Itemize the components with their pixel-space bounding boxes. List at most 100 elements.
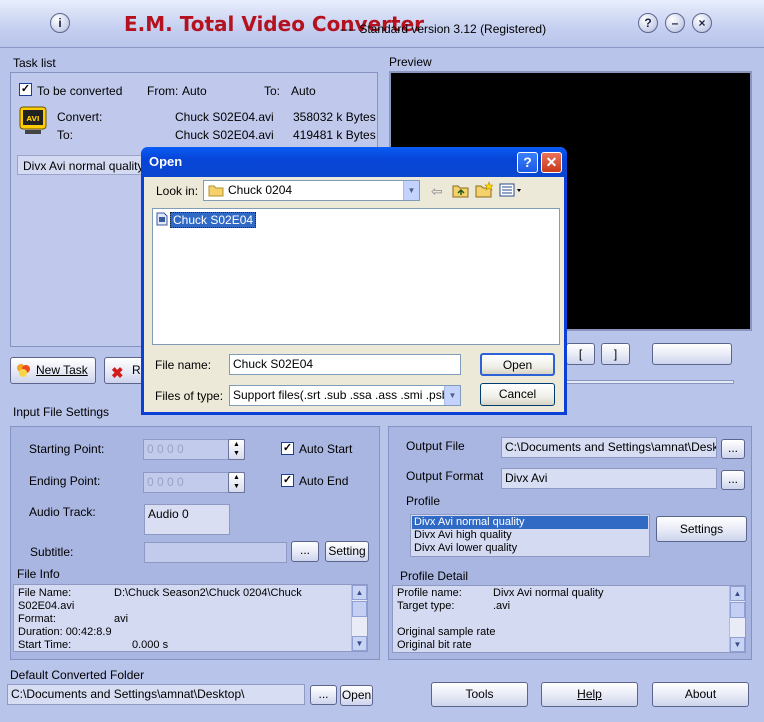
output-file-browse-button[interactable]: ... <box>721 439 745 459</box>
mark-in-button[interactable]: [ <box>566 343 595 365</box>
profile-detail-rows: Profile name: Divx Avi normal quality Targ… <box>397 587 603 652</box>
dialog-cancel-button[interactable]: Cancel <box>480 383 555 406</box>
profile-item-normal[interactable]: Divx Avi normal quality <box>412 516 648 529</box>
to-size: 419481 k Bytes <box>293 128 376 142</box>
default-folder-input[interactable]: C:\Documents and Settings\amnat\Desktop\ <box>7 684 305 705</box>
to-be-converted-label: To be converted <box>37 84 123 98</box>
back-icon[interactable]: ⇦ <box>431 183 443 200</box>
default-folder-open-button[interactable]: Open <box>340 685 373 706</box>
file-list[interactable]: Chuck S02E04 <box>152 208 560 345</box>
avi-file-icon: AVI <box>19 106 47 136</box>
files-of-type-combo[interactable]: Support files(.srt .sub .ssa .ass .smi .… <box>229 385 461 406</box>
scroll-down-icon[interactable]: ▼ <box>730 637 745 652</box>
new-task-label: New Task <box>36 363 88 377</box>
new-folder-icon[interactable] <box>475 181 494 201</box>
profile-item-high[interactable]: Divx Avi high quality <box>414 529 512 542</box>
output-file-input[interactable]: C:\Documents and Settings\amnat\Desktop\ <box>501 437 717 458</box>
look-in-arrow-icon[interactable]: ▼ <box>403 181 419 200</box>
version-label: ---- Standard version 3.12 (Registered) <box>340 22 547 36</box>
dialog-open-button[interactable]: Open <box>480 353 555 376</box>
profile-detail-key: Target type: <box>397 600 455 612</box>
tools-button[interactable]: Tools <box>431 682 528 707</box>
profile-label: Profile <box>406 494 441 508</box>
starting-point-spinner[interactable]: ▲ ▼ <box>228 439 245 460</box>
up-folder-icon[interactable] <box>452 182 470 201</box>
file-info-value: avi <box>114 613 129 625</box>
profile-detail-row: Profile name: Divx Avi normal quality <box>397 587 603 600</box>
dialog-close-icon[interactable]: ✕ <box>541 152 562 173</box>
to-row-label: To: <box>57 128 74 142</box>
scroll-down-icon[interactable]: ▼ <box>352 636 367 651</box>
file-info-row: Start Time: 0.000 s <box>18 639 168 651</box>
profile-detail-scrollbar[interactable]: ▲ ▼ <box>729 586 745 652</box>
open-dialog: Open ? ✕ Look in: Chuck 0204 ▼ ⇦ Chuck S… <box>141 147 567 415</box>
look-in-label: Look in: <box>156 184 199 198</box>
open-dialog-title-bar[interactable]: Open ? ✕ <box>141 147 567 177</box>
audio-track-select[interactable]: Audio 0 <box>144 504 230 535</box>
file-list-item[interactable]: Chuck S02E04 <box>156 211 257 229</box>
minimize-icon[interactable]: – <box>665 13 685 33</box>
subtitle-input[interactable] <box>144 542 287 563</box>
new-task-button[interactable]: New Task <box>10 357 96 384</box>
ending-point-label: Ending Point: <box>29 474 101 488</box>
output-format-browse-button[interactable]: ... <box>721 470 745 490</box>
profile-item-lower[interactable]: Divx Avi lower quality <box>414 542 517 555</box>
from-value: Auto <box>182 84 207 98</box>
auto-end-checkbox[interactable]: ✓ <box>281 474 294 487</box>
profile-list[interactable]: Divx Avi normal quality Divx Avi high qu… <box>410 514 650 557</box>
default-folder-browse-button[interactable]: ... <box>310 685 337 705</box>
about-button[interactable]: About <box>652 682 749 707</box>
file-info-label: File Info <box>17 567 60 581</box>
output-settings-panel: Output File C:\Documents and Settings\am… <box>388 426 752 660</box>
auto-start-label: Auto Start <box>299 442 353 456</box>
help-icon[interactable]: ? <box>638 13 658 33</box>
mark-out-button[interactable]: ] <box>601 343 630 365</box>
title-bar[interactable]: i E.M. Total Video Converter ---- Standa… <box>0 0 764 48</box>
info-icon[interactable]: i <box>50 13 70 33</box>
profile-detail-row: Original bit rate <box>397 639 495 652</box>
files-of-type-arrow-icon[interactable]: ▼ <box>444 386 460 405</box>
file-info-key: Format: <box>18 613 56 625</box>
file-info-key: S02E04.avi <box>18 600 75 612</box>
task-profile-label: Divx Avi normal quality <box>23 159 144 173</box>
auto-start-checkbox[interactable]: ✓ <box>281 442 294 455</box>
preview-play-button[interactable] <box>652 343 732 365</box>
dialog-help-icon[interactable]: ? <box>517 152 538 173</box>
to-label: To: <box>264 84 281 98</box>
close-icon[interactable]: × <box>692 13 712 33</box>
scroll-up-icon[interactable]: ▲ <box>730 586 745 601</box>
output-format-input[interactable]: Divx Avi <box>501 468 717 489</box>
profile-detail-key: Original bit rate <box>397 639 472 651</box>
scroll-up-icon[interactable]: ▲ <box>352 585 367 600</box>
preview-seek-bar[interactable] <box>566 380 734 384</box>
file-info-scrollbar[interactable]: ▲ ▼ <box>351 585 367 651</box>
view-menu-icon[interactable] <box>499 183 523 200</box>
scroll-thumb[interactable] <box>352 601 367 617</box>
open-dialog-title: Open <box>149 154 183 169</box>
svg-text:AVI: AVI <box>27 115 40 123</box>
subtitle-setting-button[interactable]: Setting <box>325 541 369 562</box>
file-name-label: File name: <box>155 358 212 372</box>
remove-icon: ✖ <box>111 365 124 382</box>
ending-point-spinner[interactable]: ▲ ▼ <box>228 472 245 493</box>
output-file-label: Output File <box>406 439 465 453</box>
profile-detail-value: Divx Avi normal quality <box>493 587 604 599</box>
look-in-combo[interactable]: Chuck 0204 ▼ <box>203 180 420 201</box>
to-be-converted-checkbox[interactable]: ✓ <box>19 83 32 96</box>
file-info-key: Duration: 00:42:8.9 <box>18 626 112 638</box>
look-in-value: Chuck 0204 <box>228 183 293 197</box>
file-name-input[interactable]: Chuck S02E04 <box>229 354 461 375</box>
file-info-row: Format: avi <box>18 613 128 626</box>
profile-detail-row: Original sample rate <box>397 626 495 639</box>
scroll-thumb[interactable] <box>730 602 745 618</box>
file-list-items: Chuck S02E04 <box>156 211 257 229</box>
help-button[interactable]: Help <box>541 682 638 707</box>
document-icon <box>156 212 168 229</box>
new-task-icon <box>15 362 32 388</box>
file-info-value: D:\Chuck Season2\Chuck 0204\Chuck <box>114 587 302 599</box>
task-list-label: Task list <box>13 56 56 70</box>
convert-file: Chuck S02E04.avi <box>175 110 274 124</box>
default-folder-label: Default Converted Folder <box>10 668 145 682</box>
subtitle-browse-button[interactable]: ... <box>291 541 319 562</box>
profile-settings-button[interactable]: Settings <box>656 516 747 542</box>
